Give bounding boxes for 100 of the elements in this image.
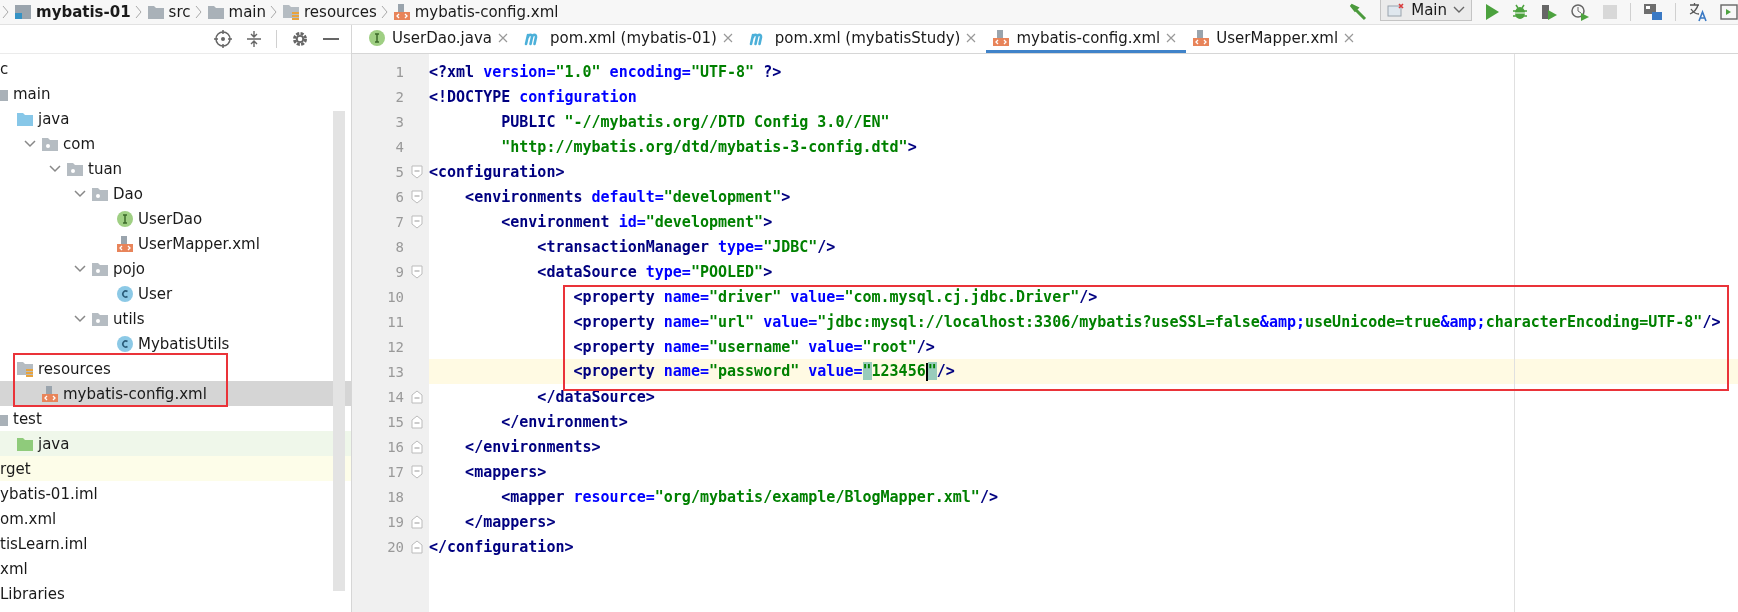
folder-icon — [91, 310, 109, 327]
tree-item[interactable]: User — [138, 284, 173, 303]
line-number: 16 — [386, 438, 404, 455]
chevron-down-icon[interactable] — [74, 314, 86, 323]
fold-marker-icon[interactable] — [410, 464, 423, 479]
code-line: <environments default="development"> — [464, 187, 791, 206]
close-icon[interactable] — [966, 32, 977, 43]
tree-item[interactable]: Libraries — [0, 584, 65, 603]
run-configuration-dropdown[interactable]: Main — [1380, 0, 1472, 21]
fold-marker-icon[interactable] — [410, 189, 423, 204]
tree-item[interactable]: tisLearn.iml — [0, 534, 88, 553]
chevron-down-icon[interactable] — [49, 164, 61, 173]
xml-file-icon — [116, 234, 134, 253]
fold-marker-icon[interactable] — [410, 214, 423, 229]
editor-tab[interactable]: UserMapper.xml — [1186, 25, 1365, 53]
code-line: </mappers> — [464, 512, 556, 531]
scrollbar[interactable] — [333, 111, 345, 591]
chevron-down-icon[interactable] — [74, 189, 86, 198]
tree-item[interactable]: resources — [38, 359, 111, 378]
code-line: <!DOCTYPE configuration — [429, 87, 637, 106]
tree-item[interactable]: om.xml — [0, 509, 57, 528]
code-line: "http://mybatis.org/dtd/mybatis-3-config.dtd"> — [500, 137, 917, 156]
editor-tab[interactable]: pom.xml (mybatis-01) — [518, 25, 743, 53]
collapse-icon[interactable] — [246, 30, 262, 48]
breadcrumb-item[interactable]: mybatis-01 — [36, 3, 131, 21]
fold-marker-icon[interactable] — [410, 389, 423, 404]
code-line: <property name="url" value="jdbc:mysql://localhost:3306/mybatis?useSSL=false&amp;useUnicode=true&amp;characterEncoding=UTF-8"/> — [572, 312, 1721, 331]
tree-item[interactable]: java — [0, 431, 351, 456]
tree-item[interactable]: ybatis-01.iml — [0, 484, 98, 503]
line-number: 20 — [386, 538, 404, 555]
line-number: 1 — [394, 63, 404, 80]
chevron-icon — [270, 5, 278, 19]
fold-marker-icon[interactable] — [410, 514, 423, 529]
xml-file-icon — [992, 28, 1011, 47]
line-number: 8 — [394, 238, 404, 255]
close-icon[interactable] — [1166, 32, 1177, 43]
line-number: 17 — [386, 463, 404, 480]
class-icon — [116, 334, 134, 353]
tree-item-label: java — [38, 434, 70, 453]
fold-marker-icon[interactable] — [410, 439, 423, 454]
folder-icon — [91, 185, 109, 202]
tree-item[interactable]: UserDao — [138, 209, 203, 228]
crosshair-icon[interactable] — [214, 30, 232, 48]
coverage-icon[interactable] — [1540, 3, 1558, 21]
folder-icon — [91, 260, 109, 277]
resources-folder-icon — [282, 3, 300, 21]
tree-item[interactable]: UserMapper.xml — [138, 234, 260, 253]
line-number: 10 — [386, 288, 404, 305]
line-number: 9 — [394, 263, 404, 280]
run-icon[interactable] — [1484, 3, 1500, 21]
interface-icon — [368, 28, 386, 47]
tree-item[interactable]: test — [13, 409, 42, 428]
tree-item[interactable]: mybatis-config.xml — [0, 381, 351, 406]
breadcrumb-item[interactable]: mybatis-config.xml — [414, 3, 559, 21]
code-line: </configuration> — [429, 537, 574, 556]
fold-marker-icon[interactable] — [410, 539, 423, 554]
translate-icon[interactable] — [1688, 2, 1708, 22]
close-icon[interactable] — [1344, 32, 1355, 43]
tree-item[interactable]: xml — [0, 559, 28, 578]
panel-icon[interactable] — [1720, 3, 1738, 21]
line-number: 4 — [394, 138, 404, 155]
chevron-icon — [2, 5, 10, 19]
folder-icon — [16, 110, 34, 127]
line-number: 14 — [386, 388, 404, 405]
close-icon[interactable] — [498, 32, 509, 43]
chevron-down-icon[interactable] — [74, 264, 86, 273]
fold-marker-icon[interactable] — [410, 264, 423, 279]
breadcrumb-item[interactable]: main — [228, 3, 266, 21]
minimize-icon[interactable] — [323, 37, 339, 41]
close-icon[interactable] — [722, 32, 733, 43]
breadcrumb-item[interactable]: src — [168, 3, 191, 21]
tree-item[interactable]: com — [63, 134, 96, 153]
bug-icon[interactable] — [1512, 3, 1528, 21]
line-number: 15 — [386, 413, 404, 430]
profiler-icon[interactable] — [1570, 3, 1590, 21]
tree-item[interactable]: rget — [0, 456, 351, 481]
code-line: </environment> — [500, 412, 628, 431]
chevron-down-icon[interactable] — [24, 139, 36, 148]
tree-item[interactable]: tuan — [88, 159, 123, 178]
code-line: </environments> — [464, 437, 601, 456]
settings-icon[interactable] — [291, 30, 309, 48]
fold-marker-icon[interactable] — [410, 414, 423, 429]
editor-tab[interactable]: UserDao.java — [362, 25, 519, 53]
line-number: 18 — [386, 488, 404, 505]
xml-file-icon — [392, 3, 411, 21]
editor-tab[interactable]: pom.xml (mybatisStudy) — [742, 25, 987, 53]
tree-item[interactable]: pojo — [113, 259, 146, 278]
line-number: 3 — [394, 113, 404, 130]
tree-item[interactable]: c — [0, 59, 9, 78]
structure-icon[interactable] — [1643, 3, 1663, 21]
tree-item[interactable]: MybatisUtils — [138, 334, 230, 353]
folder-icon — [41, 135, 59, 152]
tree-item[interactable]: main — [13, 84, 51, 103]
tree-item[interactable]: Dao — [113, 184, 143, 203]
fold-marker-icon[interactable] — [410, 164, 423, 179]
breadcrumb-item[interactable]: resources — [304, 3, 377, 21]
code-line: <dataSource type="POOLED"> — [536, 262, 773, 281]
tree-item[interactable]: utils — [113, 309, 145, 328]
tree-item[interactable]: java — [38, 109, 70, 128]
folder-icon — [146, 4, 165, 20]
